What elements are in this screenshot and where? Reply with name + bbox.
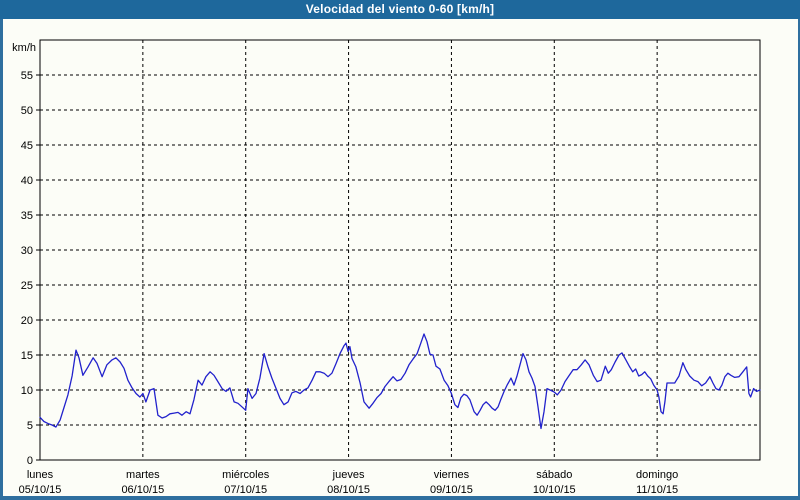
y-tick-label: 10 bbox=[21, 385, 33, 397]
wind-speed-line bbox=[39, 333, 761, 430]
day-name-label: domingo bbox=[636, 469, 678, 481]
y-tick-labels: 0 5 10 15 20 25 30 35 40 45 50 55 bbox=[21, 70, 33, 467]
day-date-label: 07/10/15 bbox=[224, 484, 267, 496]
y-gridlines bbox=[40, 74, 760, 426]
day-name-label: miércoles bbox=[222, 469, 270, 481]
y-tick-label: 25 bbox=[21, 280, 33, 292]
day-date-label: 09/10/15 bbox=[430, 484, 473, 496]
x-day-label: domingo 11/10/15 bbox=[636, 469, 678, 496]
y-tick-label: 45 bbox=[21, 140, 33, 152]
y-tick-label: 30 bbox=[21, 245, 33, 257]
x-day-label: sábado 10/10/15 bbox=[533, 469, 576, 496]
y-tick-label: 50 bbox=[21, 105, 33, 117]
y-tick-label: 20 bbox=[21, 315, 33, 327]
day-name-label: sábado bbox=[536, 469, 572, 481]
meteogram-window: 0 5 10 15 20 25 30 35 40 45 50 55 km/h lunes 05/10/15 m… bbox=[0, 0, 800, 500]
y-tick-label: 0 bbox=[27, 455, 33, 467]
y-tick-label: 15 bbox=[21, 350, 33, 362]
day-date-label: 06/10/15 bbox=[121, 484, 164, 496]
day-name-label: jueves bbox=[332, 469, 365, 481]
y-tick-label: 55 bbox=[21, 70, 33, 82]
day-date-label: 11/10/15 bbox=[636, 484, 678, 496]
x-day-label: lunes 05/10/15 bbox=[19, 469, 62, 496]
day-date-label: 10/10/15 bbox=[533, 484, 576, 496]
day-date-label: 05/10/15 bbox=[19, 484, 62, 496]
x-day-label: jueves 08/10/15 bbox=[327, 469, 370, 496]
day-name-label: lunes bbox=[27, 469, 54, 481]
y-axis-unit-label: km/h bbox=[12, 42, 36, 54]
x-day-label: viernes 09/10/15 bbox=[430, 469, 473, 496]
x-day-label: martes 06/10/15 bbox=[121, 469, 164, 496]
y-tick-label: 40 bbox=[21, 175, 33, 187]
y-tick-label: 35 bbox=[21, 210, 33, 222]
x-day-labels: lunes 05/10/15 martes 06/10/15 miércoles 07/1… bbox=[19, 469, 679, 496]
chart-title-bar: Velocidad del viento 0-60 [km/h] bbox=[0, 0, 800, 19]
x-day-label: miércoles 07/10/15 bbox=[222, 469, 270, 496]
day-name-label: martes bbox=[126, 469, 160, 481]
day-date-label: 08/10/15 bbox=[327, 484, 370, 496]
day-name-label: viernes bbox=[434, 469, 470, 481]
y-tick-label: 5 bbox=[27, 420, 33, 432]
y-tick-marks bbox=[36, 74, 40, 461]
wind-speed-chart: 0 5 10 15 20 25 30 35 40 45 50 55 km/h lunes 05/10/15 m… bbox=[12, 39, 761, 496]
